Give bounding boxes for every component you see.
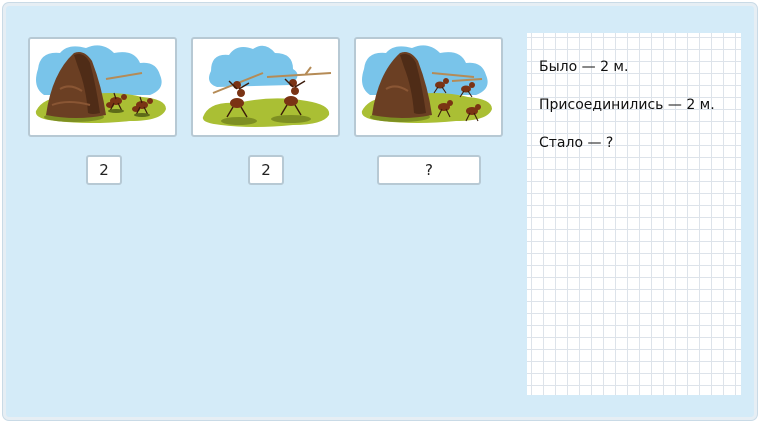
two-ants-with-sticks-icon: [202, 45, 332, 127]
task-frame: 2 2 ? Было — 2 м. Присоединились — 2 м. …: [3, 3, 757, 420]
anthill-two-ants-icon: [35, 45, 167, 123]
picture-card-anthill-two-ants: [28, 37, 177, 137]
anthill-four-ants-icon: [361, 45, 492, 123]
task-notebook: Было — 2 м. Присоединились — 2 м. Стало …: [527, 33, 741, 395]
answer-box-1[interactable]: 2: [86, 155, 122, 185]
task-line-became: Стало — ?: [539, 135, 614, 151]
picture-card-anthill-four-ants: [354, 37, 503, 137]
task-line-was: Было — 2 м.: [539, 59, 629, 75]
answer-box-2[interactable]: 2: [248, 155, 284, 185]
task-line-joined: Присоединились — 2 м.: [539, 97, 715, 113]
picture-card-two-ants: [191, 37, 340, 137]
answer-box-3[interactable]: ?: [377, 155, 481, 185]
